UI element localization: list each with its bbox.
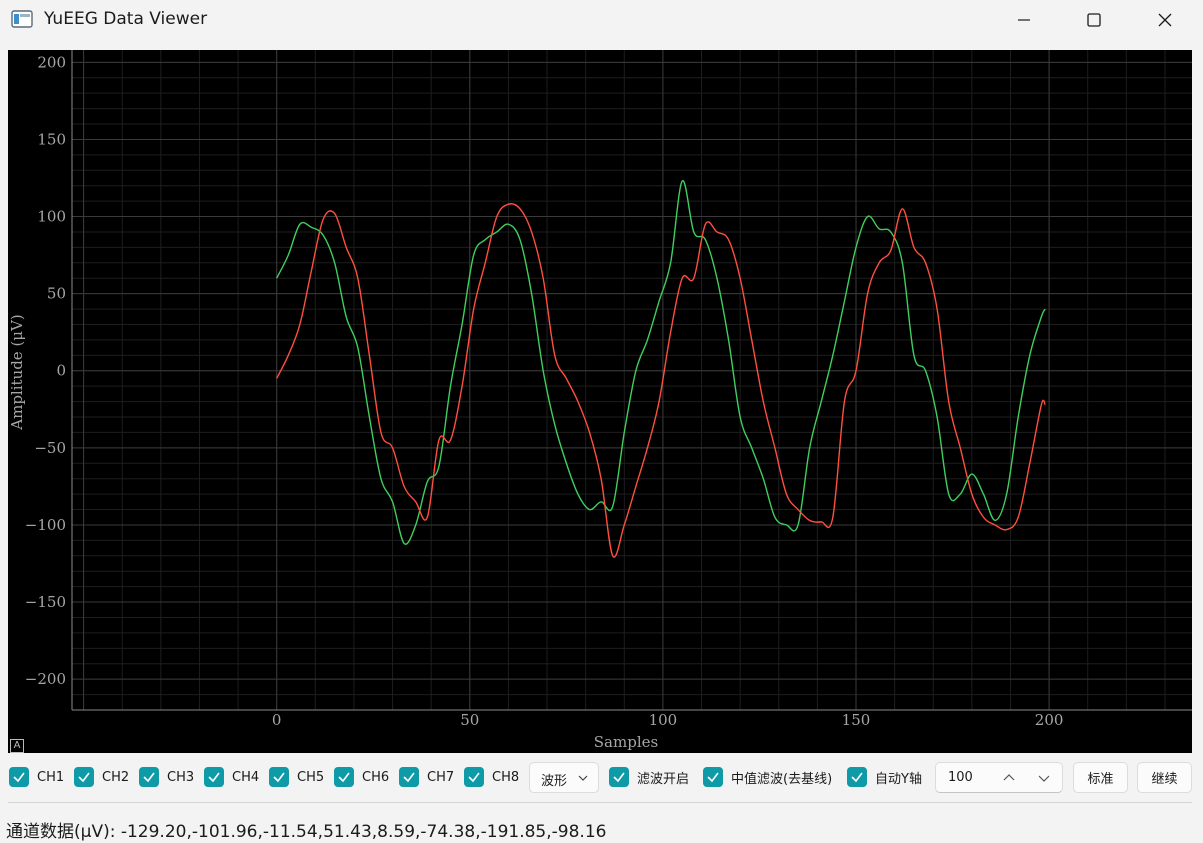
channel-label: CH4 xyxy=(232,769,260,785)
series-line-2 xyxy=(276,203,1046,558)
channel-checkbox-ch5[interactable]: CH5 xyxy=(269,766,324,788)
check-icon xyxy=(703,767,723,787)
median-filter-checkbox[interactable]: 中值滤波(去基线) xyxy=(703,766,832,788)
y-tick-label: −100 xyxy=(25,516,66,534)
check-icon xyxy=(609,767,629,787)
check-icon xyxy=(269,767,289,787)
auto-y-checkbox[interactable]: 自动Y轴 xyxy=(847,766,922,788)
y-tick-label: −200 xyxy=(25,670,66,688)
series-line-1 xyxy=(276,180,1046,545)
mode-select[interactable]: 波形 xyxy=(529,762,599,793)
x-tick-label: 0 xyxy=(272,711,282,729)
control-bar: CH1 CH2 CH3 CH4 CH5 CH6 CH7 CH8 波形 滤波开启 … xyxy=(0,758,1203,798)
x-axis-label: Samples xyxy=(594,733,658,751)
y-tick-label: 100 xyxy=(37,208,66,226)
continue-button[interactable]: 继续 xyxy=(1137,762,1192,793)
eeg-chart: 200 150 100 50 0 −50 −100 −150 −200 0 50 100 150 200… xyxy=(8,50,1192,751)
maximize-button[interactable] xyxy=(1059,0,1129,40)
maximize-icon xyxy=(1087,13,1101,27)
check-icon xyxy=(847,767,867,787)
channel-checkbox-ch2[interactable]: CH2 xyxy=(74,766,129,788)
chevron-up-icon[interactable] xyxy=(1003,774,1015,782)
check-icon xyxy=(334,767,354,787)
range-spinbox[interactable]: 100 xyxy=(935,762,1063,793)
y-axis-label: Amplitude (μV) xyxy=(8,314,26,430)
check-icon xyxy=(139,767,159,787)
window-title: YuEEG Data Viewer xyxy=(44,9,208,29)
filter-label: 滤波开启 xyxy=(637,771,690,787)
channel-checkbox-ch3[interactable]: CH3 xyxy=(139,766,194,788)
y-tick-label: −50 xyxy=(34,439,66,457)
channel-checkbox-ch8[interactable]: CH8 xyxy=(464,766,519,788)
chevron-down-icon xyxy=(578,775,588,781)
standard-button[interactable]: 标准 xyxy=(1073,762,1128,793)
channel-label: CH8 xyxy=(492,769,520,785)
channel-checkbox-ch1[interactable]: CH1 xyxy=(9,766,64,788)
channel-label: CH6 xyxy=(362,769,390,785)
filter-checkbox[interactable]: 滤波开启 xyxy=(609,766,689,788)
channel-label: CH1 xyxy=(37,769,65,785)
x-tick-label: 100 xyxy=(649,711,678,729)
waveform-plot[interactable]: 200 150 100 50 0 −50 −100 −150 −200 0 50 100 150 200… xyxy=(8,50,1192,753)
channel-checkbox-ch4[interactable]: CH4 xyxy=(204,766,259,788)
check-icon xyxy=(9,767,29,787)
channel-label: CH3 xyxy=(167,769,195,785)
channel-label: CH7 xyxy=(427,769,455,785)
check-icon xyxy=(74,767,94,787)
chevron-down-icon[interactable] xyxy=(1038,774,1050,782)
y-tick-label: 50 xyxy=(47,285,66,303)
median-filter-label: 中值滤波(去基线) xyxy=(731,771,833,787)
check-icon xyxy=(204,767,224,787)
auto-range-button[interactable]: A xyxy=(10,739,24,753)
x-tick-label: 50 xyxy=(460,711,479,729)
y-tick-label: −150 xyxy=(25,593,66,611)
x-tick-label: 200 xyxy=(1035,711,1064,729)
spinbox-value: 100 xyxy=(948,770,973,785)
y-tick-label: 200 xyxy=(37,53,66,71)
x-tick-label: 150 xyxy=(842,711,871,729)
channel-checkbox-ch7[interactable]: CH7 xyxy=(399,766,454,788)
check-icon xyxy=(464,767,484,787)
close-button[interactable] xyxy=(1130,0,1200,40)
divider xyxy=(8,802,1192,803)
y-tick-label: 150 xyxy=(37,130,66,148)
minimize-icon xyxy=(1018,19,1030,21)
check-icon xyxy=(399,767,419,787)
app-icon xyxy=(11,10,33,28)
auto-y-label: 自动Y轴 xyxy=(875,771,922,787)
close-icon xyxy=(1158,13,1172,27)
channel-label: CH2 xyxy=(102,769,130,785)
y-tick-label: 0 xyxy=(56,362,66,380)
auto-range-label: A xyxy=(13,740,21,751)
channel-label: CH5 xyxy=(297,769,325,785)
title-bar: YuEEG Data Viewer xyxy=(0,0,1203,40)
minimize-button[interactable] xyxy=(989,0,1059,40)
mode-select-value: 波形 xyxy=(541,774,568,789)
status-bar-text: 通道数据(μV): -129.20,-101.96,-11.54,51.43,8… xyxy=(6,822,607,842)
channel-checkbox-ch6[interactable]: CH6 xyxy=(334,766,389,788)
